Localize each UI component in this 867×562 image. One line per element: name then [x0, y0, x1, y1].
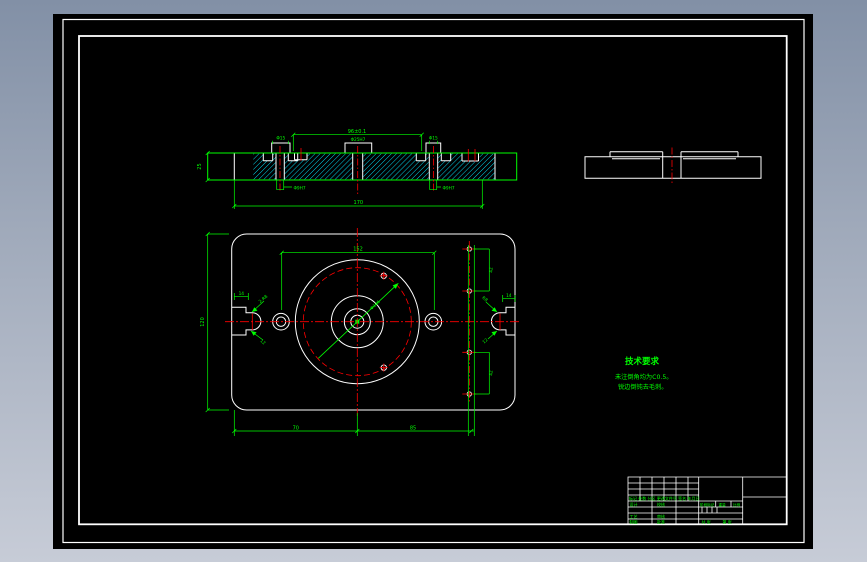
tb-design: 设计	[630, 501, 638, 507]
dim-boss-left: Φ15	[276, 136, 285, 142]
drawing-sheet	[53, 14, 813, 549]
tb-process: 工艺	[630, 514, 638, 519]
dim-hole-left: Φ9H7	[294, 185, 306, 191]
tb-sheets-total: 共 张	[702, 519, 711, 525]
tb-draw: 制图	[630, 519, 638, 525]
tech-req-title: 技术要求	[625, 356, 660, 367]
dim-slot-width-left: 14	[239, 291, 245, 297]
dim-hole-col-top: 42	[489, 267, 495, 273]
drawing-canvas[interactable]: 96±0.1 Φ15 Φ25H7 Φ15 25 Φ9H7 Φ9H7 170 Φ1…	[0, 0, 867, 562]
dim-thickness: 25	[197, 163, 203, 169]
dim-top-width: 96±0.1	[348, 129, 367, 135]
tb-sheet-no: 第 张	[723, 519, 732, 525]
dim-bottom-right: 85	[410, 425, 416, 431]
tb-review: 审核	[657, 513, 665, 519]
tb-stage: 阶段标记	[700, 502, 715, 507]
tb-scale: 比例	[733, 502, 741, 507]
sheet-background	[53, 14, 813, 549]
dim-height: 120	[200, 317, 206, 327]
dim-hole-span: 152	[353, 247, 363, 253]
tb-approve: 批准	[657, 519, 665, 525]
dim-boss-right: Φ15	[429, 136, 438, 142]
tech-req-line-1: 未注倒角均为C0.5。	[615, 373, 672, 381]
dim-hole-col-bottom: 42	[489, 370, 495, 376]
dim-bottom-left: 70	[293, 425, 299, 431]
dim-slot-width-right: 14	[506, 293, 512, 299]
dim-overall-length: 170	[354, 200, 364, 206]
cad-viewport[interactable]: 96±0.1 Φ15 Φ25H7 Φ15 25 Φ9H7 Φ9H7 170 Φ1…	[0, 0, 867, 562]
tb-revision-row: 标记 处数 分区 更改文件号 签名 年月日	[629, 495, 699, 501]
dim-boss-center: Φ25H7	[351, 137, 366, 143]
tb-check: 校核	[657, 501, 665, 507]
tech-req-line-2: 锐边倒钝去毛刺。	[618, 383, 668, 391]
dim-hole-right: Φ9H7	[443, 185, 455, 191]
tb-weight: 重量	[719, 502, 727, 507]
